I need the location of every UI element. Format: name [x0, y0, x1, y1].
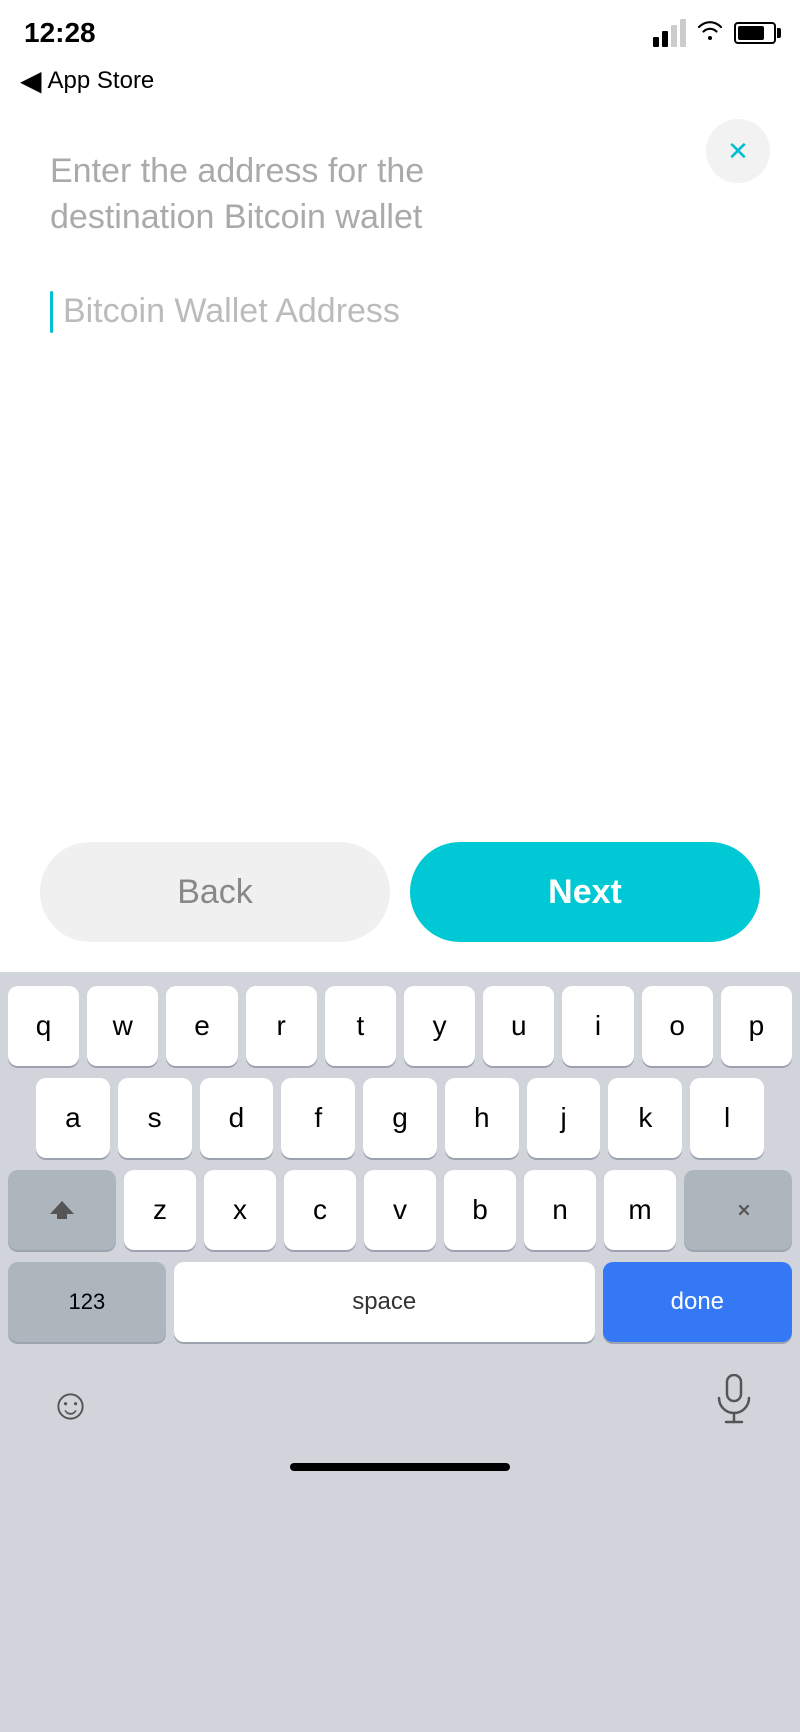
- emoji-icon[interactable]: ☺: [48, 1380, 93, 1430]
- close-icon: ✕: [727, 136, 749, 167]
- key-t[interactable]: t: [325, 986, 396, 1066]
- key-o[interactable]: o: [642, 986, 713, 1066]
- status-right: [653, 19, 776, 47]
- key-a[interactable]: a: [36, 1078, 110, 1158]
- key-r[interactable]: r: [246, 986, 317, 1066]
- key-u[interactable]: u: [483, 986, 554, 1066]
- key-s[interactable]: s: [118, 1078, 192, 1158]
- main-content: ✕ Enter the address for the destination …: [0, 109, 800, 383]
- key-b[interactable]: b: [444, 1170, 516, 1250]
- back-nav-arrow: ◀: [20, 64, 42, 97]
- key-g[interactable]: g: [363, 1078, 437, 1158]
- close-button[interactable]: ✕: [706, 119, 770, 183]
- key-y[interactable]: y: [404, 986, 475, 1066]
- key-q[interactable]: q: [8, 986, 79, 1066]
- form-description: Enter the address for the destination Bi…: [50, 149, 570, 241]
- app-store-link[interactable]: App Store: [48, 67, 155, 95]
- key-n[interactable]: n: [524, 1170, 596, 1250]
- key-i[interactable]: i: [562, 986, 633, 1066]
- bottom-button-row: Back Next: [0, 842, 800, 942]
- keyboard-accessory-row: ☺: [8, 1354, 792, 1455]
- key-d[interactable]: d: [200, 1078, 274, 1158]
- delete-key[interactable]: [684, 1170, 792, 1250]
- key-x[interactable]: x: [204, 1170, 276, 1250]
- key-p[interactable]: p: [721, 986, 792, 1066]
- key-w[interactable]: w: [87, 986, 158, 1066]
- keyboard: q w e r t y u i o p a s d f g h j k l z …: [0, 972, 800, 1732]
- numbers-key[interactable]: 123: [8, 1262, 166, 1342]
- signal-icon: [653, 19, 686, 47]
- key-l[interactable]: l: [690, 1078, 764, 1158]
- back-button[interactable]: Back: [40, 842, 390, 942]
- keyboard-row-1: q w e r t y u i o p: [8, 986, 792, 1066]
- home-bar: [290, 1463, 510, 1471]
- battery-icon: [734, 22, 776, 44]
- key-v[interactable]: v: [364, 1170, 436, 1250]
- wallet-address-input[interactable]: [63, 292, 750, 331]
- keyboard-row-4: 123 space done: [8, 1262, 792, 1342]
- status-left: 12:28: [24, 19, 96, 47]
- key-h[interactable]: h: [445, 1078, 519, 1158]
- wifi-icon: [696, 19, 724, 47]
- keyboard-row-3: z x c v b n m: [8, 1170, 792, 1250]
- status-time: 12:28: [24, 19, 96, 47]
- microphone-icon[interactable]: [716, 1374, 752, 1435]
- done-key[interactable]: done: [603, 1262, 792, 1342]
- key-f[interactable]: f: [281, 1078, 355, 1158]
- shift-key[interactable]: [8, 1170, 116, 1250]
- keyboard-row-2: a s d f g h j k l: [8, 1078, 792, 1158]
- key-m[interactable]: m: [604, 1170, 676, 1250]
- app-nav-bar[interactable]: ◀ App Store: [0, 60, 800, 109]
- status-bar: 12:28: [0, 0, 800, 60]
- key-z[interactable]: z: [124, 1170, 196, 1250]
- key-c[interactable]: c: [284, 1170, 356, 1250]
- battery-fill: [738, 26, 764, 40]
- input-cursor: [50, 291, 53, 333]
- next-button[interactable]: Next: [410, 842, 760, 942]
- wallet-address-field-container[interactable]: [50, 291, 750, 333]
- key-k[interactable]: k: [608, 1078, 682, 1158]
- key-e[interactable]: e: [166, 986, 237, 1066]
- key-j[interactable]: j: [527, 1078, 601, 1158]
- space-key[interactable]: space: [174, 1262, 595, 1342]
